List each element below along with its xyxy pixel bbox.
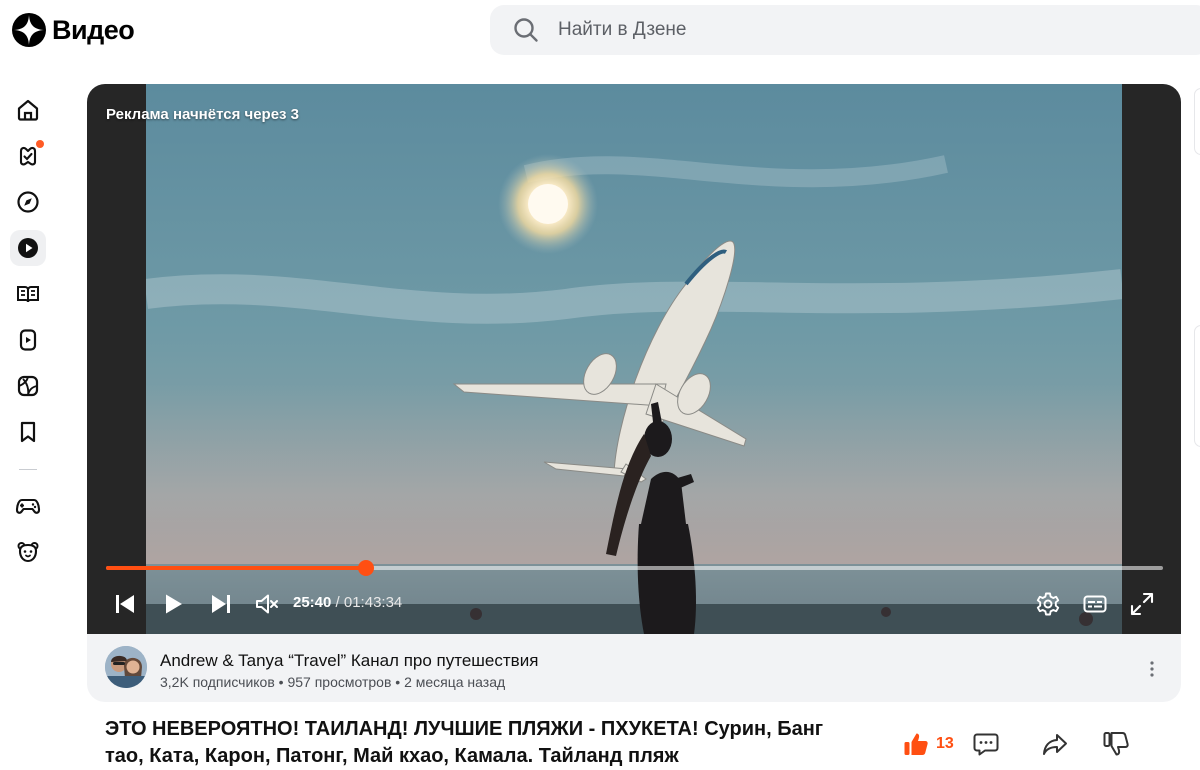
search-bar[interactable] — [490, 5, 1200, 55]
side-card-partial[interactable] — [1194, 88, 1200, 155]
settings-button[interactable] — [1032, 588, 1064, 620]
avatar-photo — [105, 646, 147, 688]
like-count: 13 — [936, 735, 954, 752]
kids-bear-icon — [17, 542, 39, 563]
gamepad-icon — [15, 498, 41, 514]
side-card-partial[interactable] — [1194, 325, 1200, 447]
channel-info: Andrew & Tanya “Travel” Канал про путеше… — [87, 634, 1181, 702]
sidebar-item-kids[interactable] — [10, 534, 46, 570]
volume-muted-icon — [256, 594, 278, 614]
sidebar-divider — [19, 469, 37, 470]
current-time: 25:40 — [293, 594, 332, 611]
time-display: 25:40 / 01:43:34 — [293, 594, 402, 611]
share-arrow-icon — [1043, 734, 1067, 755]
fullscreen-button[interactable] — [1126, 588, 1158, 620]
progress-bar[interactable] — [106, 560, 1163, 576]
previous-button[interactable] — [109, 588, 141, 620]
sidebar-item-shorts[interactable] — [10, 322, 46, 358]
more-options-button[interactable] — [1142, 656, 1162, 682]
gear-icon — [1036, 592, 1060, 616]
video-play-icon — [18, 238, 38, 258]
comment-icon — [973, 733, 999, 756]
sidebar-item-explore[interactable] — [10, 184, 46, 220]
video-title: ЭТО НЕВЕРОЯТНО! ТАИЛАНД! ЛУЧШИЕ ПЛЯЖИ - … — [105, 718, 824, 767]
channel-avatar[interactable] — [105, 646, 147, 688]
sidebar-item-games[interactable] — [10, 488, 46, 524]
like-button[interactable]: 13 — [902, 728, 954, 760]
dislike-button[interactable] — [1102, 728, 1130, 760]
share-button[interactable] — [1041, 728, 1069, 760]
sidebar-item-subscriptions[interactable] — [10, 138, 46, 174]
notification-dot — [36, 140, 44, 148]
articles-book-icon — [17, 286, 39, 303]
ad-countdown-label: Реклама начнётся через 3 — [106, 106, 300, 123]
skip-next-icon — [212, 595, 230, 613]
search-input[interactable] — [556, 18, 1160, 42]
sport-ball-icon — [17, 375, 39, 397]
play-button[interactable] — [157, 588, 189, 620]
sidebar-item-home[interactable] — [10, 92, 46, 128]
progress-fill — [106, 566, 367, 570]
video-frame — [146, 84, 1122, 634]
home-icon — [17, 99, 39, 121]
play-icon — [166, 594, 182, 614]
zen-logo[interactable]: Видео — [12, 12, 135, 48]
total-time: / 01:43:34 — [331, 594, 403, 611]
logo-text: Видео — [52, 14, 135, 45]
channel-meta: 3,2K подписчиков • 957 просмотров • 2 ме… — [160, 674, 506, 690]
subtitles-button[interactable] — [1079, 588, 1111, 620]
sidebar-item-bookmarks[interactable] — [10, 414, 46, 450]
shorts-icon — [19, 329, 37, 351]
zen-star-icon — [12, 13, 46, 47]
skip-previous-icon — [116, 595, 134, 613]
channel-name[interactable]: Andrew & Tanya “Travel” Канал про путеше… — [160, 651, 538, 671]
thumbs-up-icon — [904, 733, 928, 755]
subtitles-icon — [1083, 595, 1107, 613]
more-vertical-icon — [1150, 661, 1154, 677]
sidebar-item-video[interactable] — [10, 230, 46, 266]
sidebar-item-articles[interactable] — [10, 276, 46, 312]
fullscreen-icon — [1130, 592, 1154, 616]
comments-button[interactable] — [972, 728, 1000, 760]
next-button[interactable] — [205, 588, 237, 620]
progress-knob[interactable] — [358, 560, 375, 576]
video-card: Реклама начнётся через 3 25:40 / 01:43:3… — [87, 84, 1181, 702]
sidebar-item-sport[interactable] — [10, 368, 46, 404]
video-player[interactable]: Реклама начнётся через 3 25:40 / 01:43:3… — [87, 84, 1181, 634]
bookmark-icon — [20, 421, 36, 443]
mute-button[interactable] — [251, 588, 283, 620]
compass-icon — [17, 191, 39, 213]
thumbs-down-icon — [1103, 732, 1129, 756]
search-icon — [514, 18, 538, 42]
